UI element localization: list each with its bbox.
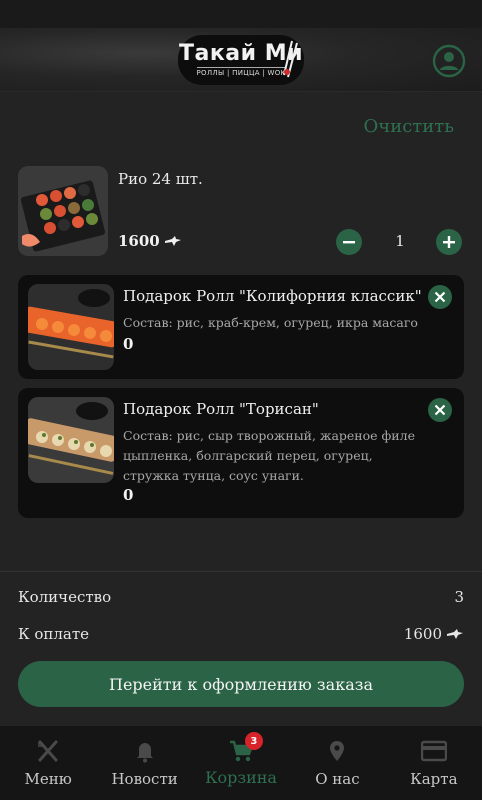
nav-item-news[interactable]: Новости — [96, 726, 192, 800]
status-bar — [0, 0, 482, 28]
close-icon — [434, 404, 446, 416]
remove-gift-button[interactable] — [428, 398, 452, 422]
remove-gift-button[interactable] — [428, 285, 452, 309]
total-amount: 1600 — [404, 625, 464, 643]
decrease-quantity-button[interactable] — [336, 229, 362, 255]
bottom-navigation: Меню Новости 3 Корзина О нас Карта — [0, 726, 482, 800]
total-label: К оплате — [18, 625, 90, 643]
nav-item-card[interactable]: Карта — [386, 726, 482, 800]
gift-image — [28, 397, 114, 483]
gift-description: Состав: рис, краб-крем, огурец, икра мас… — [123, 315, 418, 330]
quantity-label: Количество — [18, 588, 112, 606]
gift-image — [28, 284, 114, 370]
product-name: Рио 24 шт. — [118, 170, 203, 188]
nav-label: О нас — [315, 770, 360, 788]
summary-total-row: К оплате 1600 — [18, 625, 464, 643]
gift-price: 0 — [123, 486, 134, 504]
logo-subtitle: РОЛЛЫ | ПИЦЦА | WOK — [196, 67, 286, 77]
gift-price: 0 — [123, 335, 134, 353]
cart-count-badge: 3 — [244, 732, 263, 750]
bell-icon — [132, 738, 158, 764]
location-pin-icon — [324, 738, 350, 764]
cart-item: Рио 24 шт. 1600 1 — [18, 166, 464, 256]
currency-bird-icon — [447, 629, 463, 639]
quantity-value: 1 — [395, 232, 405, 250]
gift-description: Состав: рис, сыр творожный, жареное филе… — [123, 428, 415, 483]
fork-knife-icon — [35, 738, 61, 764]
divider — [0, 571, 482, 572]
credit-card-icon — [420, 738, 447, 764]
product-image[interactable] — [18, 166, 108, 256]
gift-name: Подарок Ролл "Колифорния классик" — [123, 287, 422, 305]
header: Такай Ми РОЛЛЫ | ПИЦЦА | WOK — [0, 28, 482, 92]
nav-label: Новости — [111, 770, 178, 788]
price-value: 1600 — [118, 232, 160, 250]
nav-item-cart[interactable]: 3 Корзина — [193, 726, 289, 800]
currency-bird-icon — [164, 236, 181, 246]
product-price: 1600 — [118, 232, 182, 250]
california-roll-image — [28, 284, 114, 370]
nav-label: Карта — [410, 770, 458, 788]
gift-name: Подарок Ролл "Торисан" — [123, 400, 319, 418]
gift-item: Подарок Ролл "Колифорния классик" Состав… — [18, 275, 464, 379]
quantity-total: 3 — [454, 588, 464, 606]
nav-label: Корзина — [205, 768, 277, 787]
profile-button[interactable] — [432, 44, 466, 78]
clear-cart-button[interactable]: Очистить — [364, 116, 454, 137]
increase-quantity-button[interactable] — [436, 229, 462, 255]
sushi-set-image — [18, 166, 108, 256]
gift-item: Подарок Ролл "Торисан" Состав: рис, сыр … — [18, 388, 464, 518]
close-icon — [434, 291, 446, 303]
nav-label: Меню — [24, 770, 72, 788]
torisan-roll-image — [28, 397, 114, 483]
total-value: 1600 — [403, 625, 442, 643]
nav-item-menu[interactable]: Меню — [0, 726, 96, 800]
minus-icon — [343, 241, 355, 244]
logo[interactable]: Такай Ми РОЛЛЫ | ПИЦЦА | WOK — [178, 35, 304, 85]
nav-item-about[interactable]: О нас — [289, 726, 385, 800]
user-profile-icon — [432, 44, 466, 78]
summary-quantity-row: Количество 3 — [18, 588, 464, 606]
chopsticks-icon — [283, 40, 298, 78]
checkout-button[interactable]: Перейти к оформлению заказа — [18, 661, 464, 707]
plus-icon — [443, 236, 455, 248]
